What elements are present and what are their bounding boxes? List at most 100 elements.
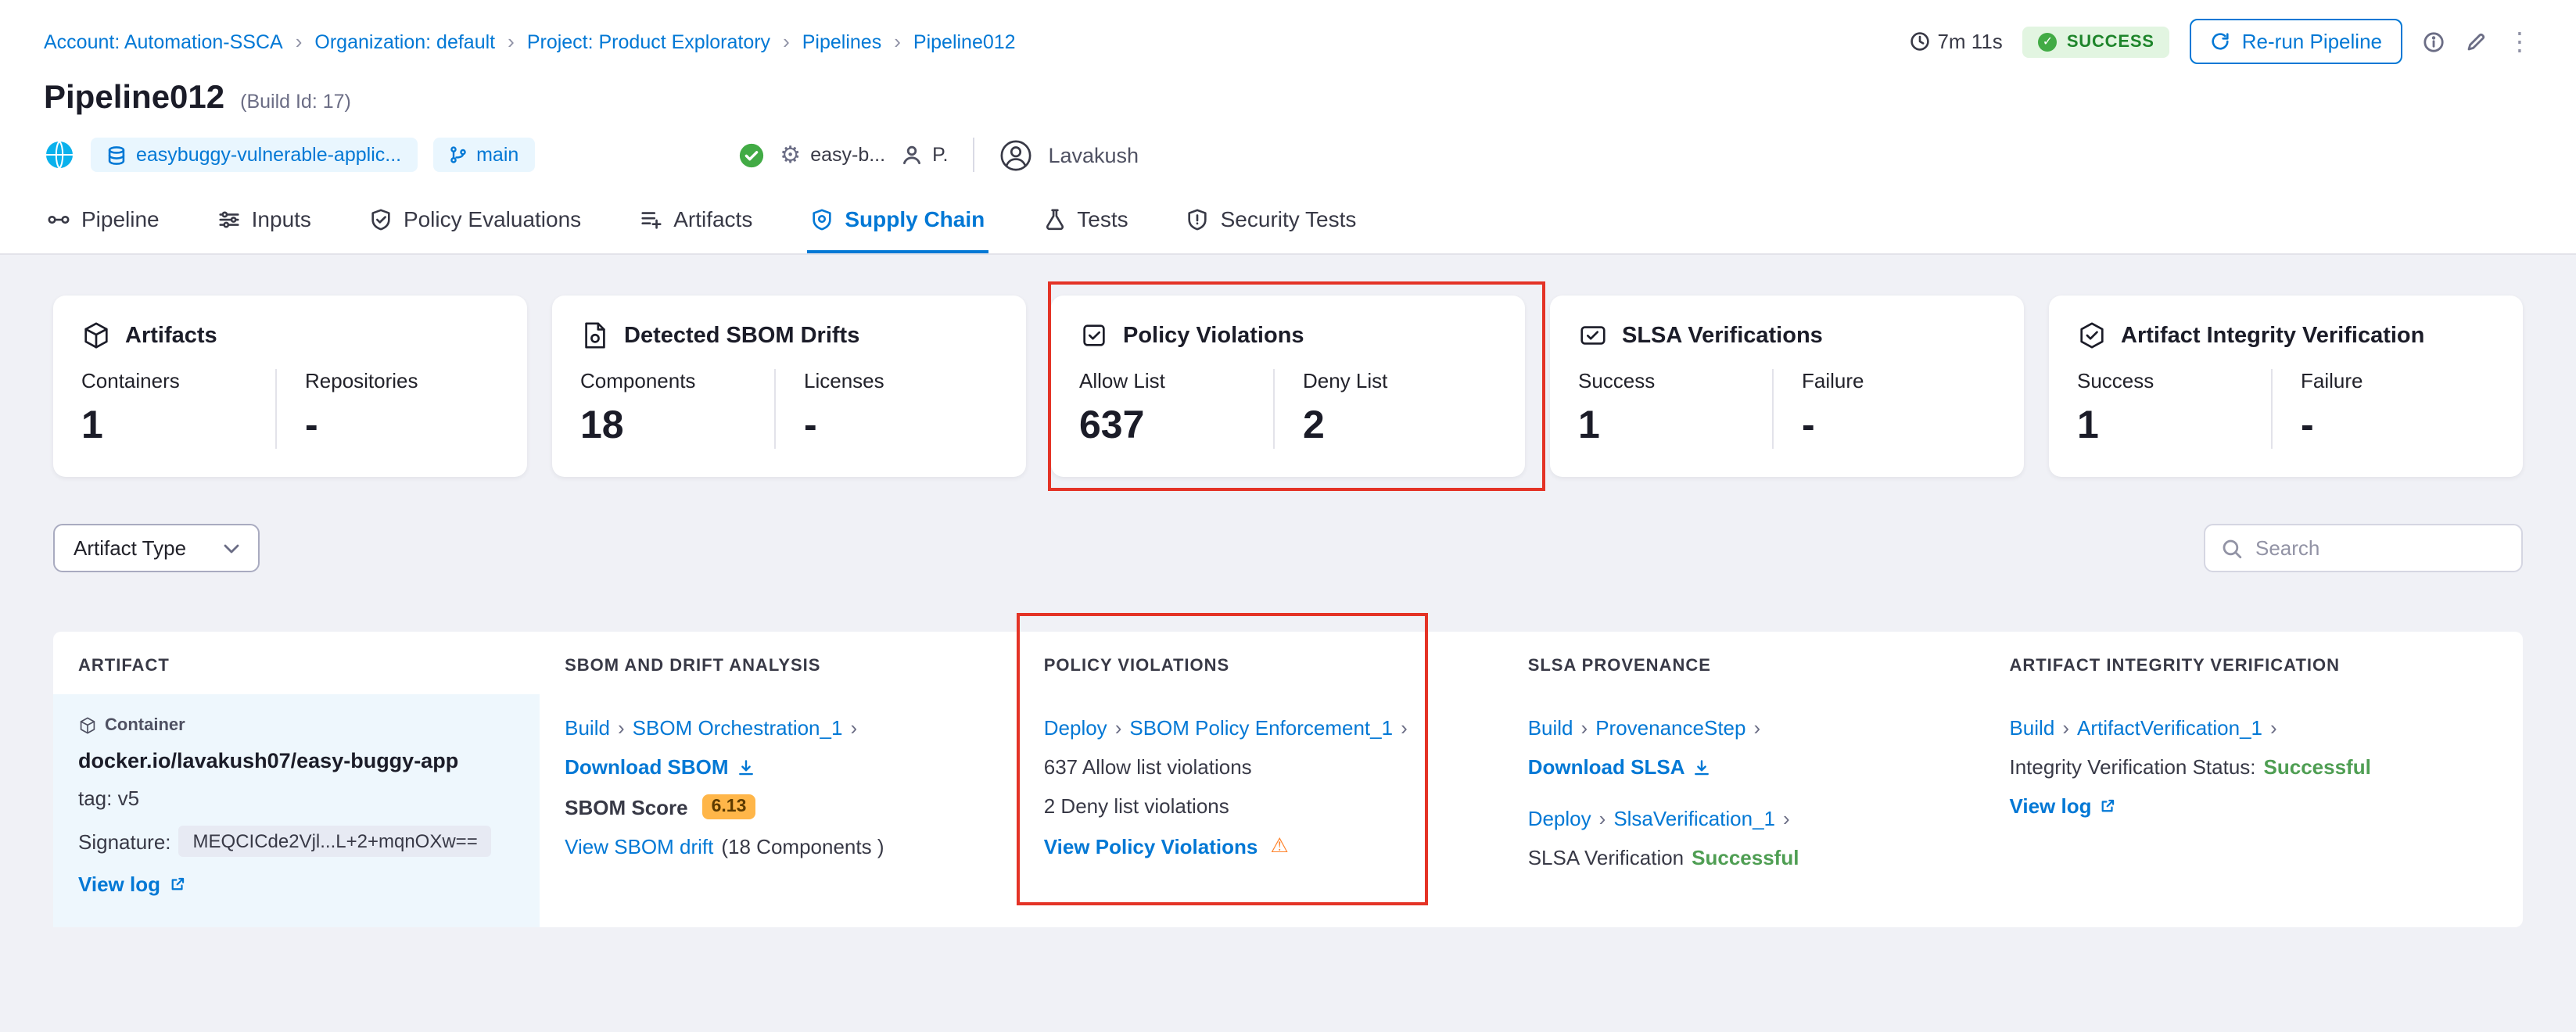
tab-inputs[interactable]: Inputs [214, 188, 314, 253]
page-title: Pipeline012 [44, 80, 224, 117]
stat-allow-list: Allow List 637 [1079, 369, 1273, 449]
stat-deny-list: Deny List 2 [1273, 369, 1497, 449]
commit-author-short: P. [932, 144, 948, 166]
artifacts-table: ARTIFACT SBOM AND DRIFT ANALYSIS POLICY … [53, 632, 2523, 927]
sbom-score-badge: 6.13 [702, 794, 756, 819]
policy-violations-cell: Deploy › SBOM Policy Enforcement_1 › 637… [1019, 694, 1503, 927]
status-badge: ✓ SUCCESS [2023, 26, 2170, 57]
breadcrumb-project[interactable]: Project: Product Exploratory [527, 30, 770, 52]
sbom-drifts-card: Detected SBOM Drifts Components 18 Licen… [552, 296, 1026, 477]
card-title: Detected SBOM Drifts [624, 323, 859, 348]
artifact-type-select[interactable]: Artifact Type [53, 524, 260, 572]
flask-icon [1042, 207, 1066, 231]
card-title: Artifact Integrity Verification [2121, 323, 2424, 348]
artifact-image-name: docker.io/lavakush07/easy-buggy-app [78, 749, 515, 772]
stat-components: Components 18 [580, 369, 774, 449]
table-header: ARTIFACT SBOM AND DRIFT ANALYSIS POLICY … [53, 632, 2523, 694]
trigger-info: ⚙ easy-b... [780, 141, 885, 169]
sbom-step-link[interactable]: SBOM Orchestration_1 [633, 716, 843, 740]
download-slsa-link[interactable]: Download SLSA [1528, 755, 1685, 779]
download-icon [1692, 758, 1711, 776]
integrity-view-log-link[interactable]: View log [2009, 794, 2091, 818]
tab-security-tests[interactable]: Security Tests [1183, 188, 1360, 253]
policy-stage-link[interactable]: Deploy [1044, 716, 1107, 740]
integrity-status: Integrity Verification Status: Successfu… [2009, 755, 2497, 779]
view-policy-violations-link[interactable]: View Policy Violations [1044, 834, 1258, 858]
tab-artifacts[interactable]: Artifacts [636, 188, 755, 253]
integrity-stage-link[interactable]: Build [2009, 716, 2054, 740]
view-sbom-drift-link[interactable]: View SBOM drift [565, 835, 713, 858]
summary-cards-row: Artifacts Containers 1 Repositories - [53, 296, 2523, 477]
tab-supply-chain[interactable]: Supply Chain [807, 188, 988, 253]
stat-slsa-success: Success 1 [1578, 369, 1772, 449]
artifact-tag: tag: v5 [78, 787, 515, 810]
rerun-pipeline-button[interactable]: Re-run Pipeline [2190, 19, 2402, 64]
stat-slsa-failure: Failure - [1772, 369, 1996, 449]
slsa-step1-link[interactable]: ProvenanceStep [1595, 716, 1745, 740]
col-slsa-provenance: SLSA PROVENANCE [1503, 632, 1985, 694]
tab-policy-evaluations[interactable]: Policy Evaluations [366, 188, 584, 253]
title-row: Pipeline012 (Build Id: 17) [44, 80, 2532, 117]
breadcrumb-pipelines[interactable]: Pipelines [802, 30, 881, 52]
supply-chain-icon [810, 207, 834, 231]
check-icon: ✓ [2039, 32, 2058, 51]
inputs-icon [217, 207, 241, 231]
download-icon [737, 758, 755, 776]
branch-name: main [476, 144, 518, 166]
integrity-successful-text: Successful [2264, 755, 2371, 779]
security-shield-icon [1186, 207, 1210, 231]
repository-icon [106, 145, 127, 165]
badge-check-icon [1578, 321, 1608, 350]
meta-divider [973, 138, 974, 172]
search-icon [2221, 537, 2243, 559]
sbom-cell: Build › SBOM Orchestration_1 › Download … [540, 694, 1019, 927]
breadcrumb-organization[interactable]: Organization: default [314, 30, 495, 52]
stat-integrity-failure: Failure - [2271, 369, 2495, 449]
search-input[interactable] [2255, 536, 2506, 560]
stat-licenses: Licenses - [774, 369, 998, 449]
integrity-step-link[interactable]: ArtifactVerification_1 [2077, 716, 2262, 740]
download-sbom-link[interactable]: Download SBOM [565, 755, 728, 779]
kebab-menu-icon[interactable]: ⋮ [2507, 26, 2532, 57]
sbom-stage-link[interactable]: Build [565, 716, 610, 740]
user-icon [901, 144, 923, 166]
card-title: Policy Violations [1123, 323, 1304, 348]
slsa-successful-text: Successful [1692, 846, 1799, 869]
repo-chip[interactable]: easybuggy-vulnerable-applic... [91, 138, 417, 172]
artifact-signature: Signature: MEQCICde2Vjl...L+2+mqnOXw== [78, 826, 515, 857]
slsa-verifications-card: SLSA Verifications Success 1 Failure - [1550, 296, 2024, 477]
allow-list-violations: 637 Allow list violations [1044, 755, 1478, 779]
slsa-stage2-link[interactable]: Deploy [1528, 807, 1591, 830]
trigger-label: easy-b... [810, 144, 885, 166]
chevron-down-icon [224, 543, 239, 553]
branch-chip[interactable]: main [432, 138, 534, 172]
slsa-stage1-link[interactable]: Build [1528, 716, 1573, 740]
tab-tests[interactable]: Tests [1039, 188, 1131, 253]
breadcrumb-account[interactable]: Account: Automation-SSCA [44, 30, 283, 52]
execution-tabs: Pipeline Inputs Policy Evaluations Artif… [0, 188, 2576, 255]
col-policy-violations: POLICY VIOLATIONS [1019, 632, 1503, 694]
card-title: SLSA Verifications [1622, 323, 1823, 348]
stat-integrity-success: Success 1 [2077, 369, 2271, 449]
stat-repositories: Repositories - [275, 369, 499, 449]
cube-icon [81, 321, 111, 350]
card-title: Artifacts [125, 323, 217, 348]
git-branch-icon [448, 145, 467, 164]
info-icon[interactable] [2423, 30, 2445, 52]
sbom-score-label: SBOM Score [565, 795, 688, 819]
gear-icon: ⚙ [780, 141, 801, 169]
supply-chain-content: Artifacts Containers 1 Repositories - [0, 255, 2576, 1032]
user-name: Lavakush [1048, 143, 1139, 167]
pipeline-icon [47, 207, 70, 231]
clock-icon [1909, 31, 1929, 52]
tab-pipeline[interactable]: Pipeline [44, 188, 163, 253]
commit-author: P. [901, 144, 948, 166]
policy-step-link[interactable]: SBOM Policy Enforcement_1 [1129, 716, 1393, 740]
slsa-step2-link[interactable]: SlsaVerification_1 [1613, 807, 1775, 830]
breadcrumb-pipeline012[interactable]: Pipeline012 [913, 30, 1016, 52]
edit-pencil-icon[interactable] [2465, 30, 2487, 52]
execution-meta-row: easybuggy-vulnerable-applic... main ⚙ ea… [44, 138, 2532, 175]
artifact-view-log-link[interactable]: View log [78, 873, 160, 896]
pipeline-execution-page: Account: Automation-SSCA › Organization:… [0, 0, 2576, 1032]
policy-violations-card: Policy Violations Allow List 637 Deny Li… [1051, 296, 1525, 477]
